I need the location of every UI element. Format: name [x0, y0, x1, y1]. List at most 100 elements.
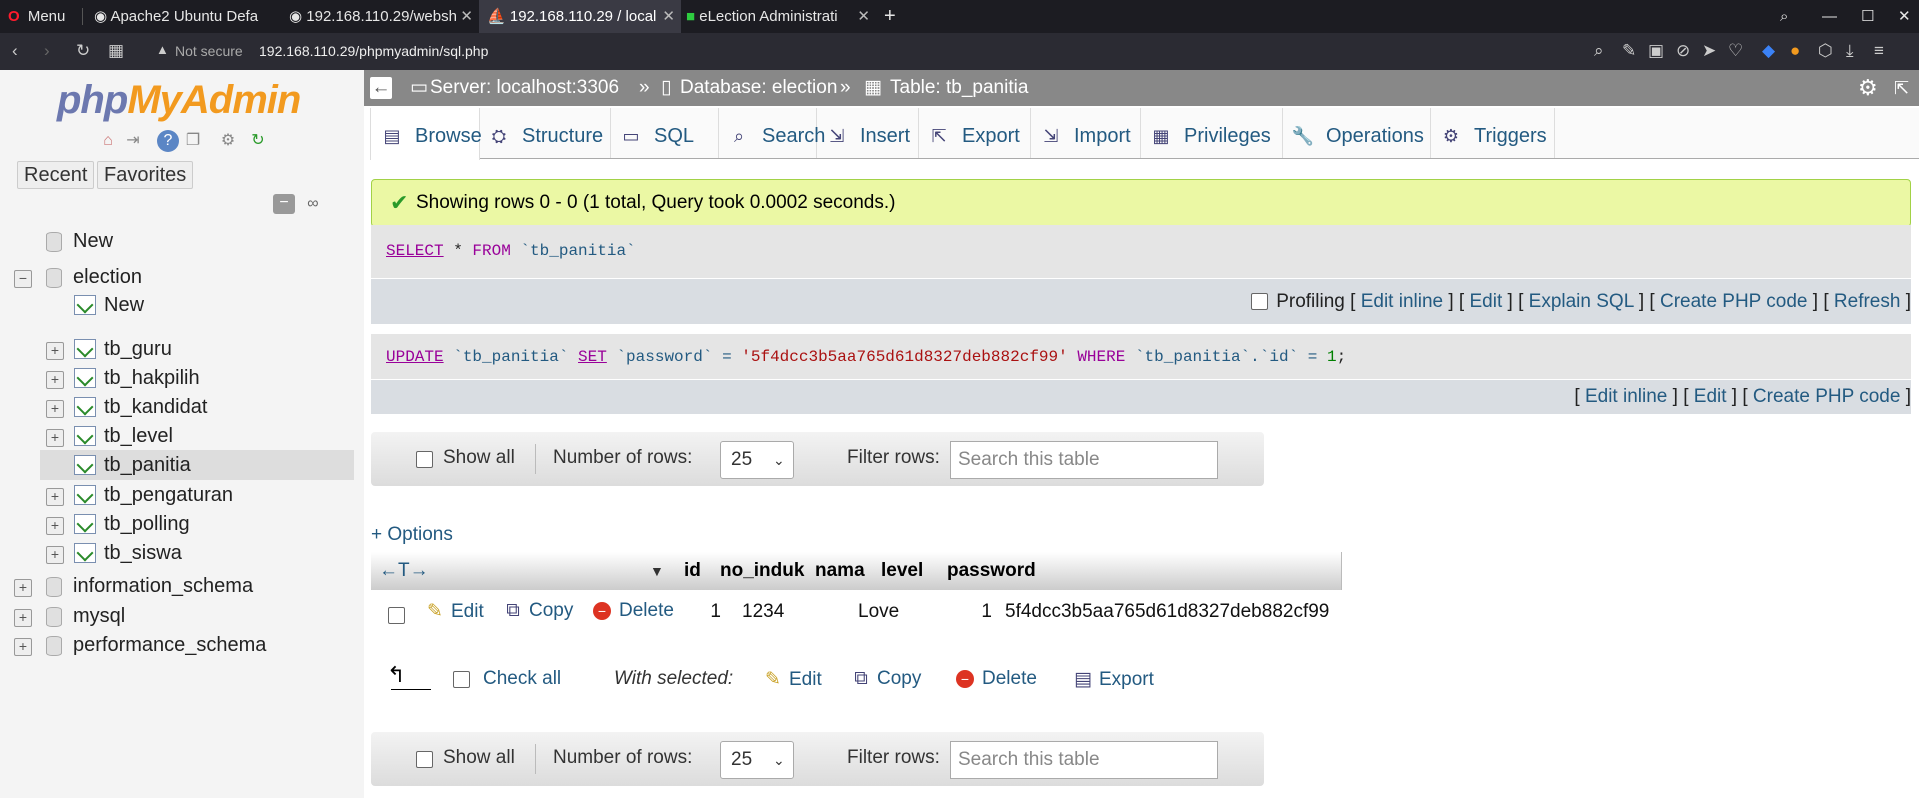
- close-window-icon[interactable]: ✕: [1890, 0, 1919, 33]
- tab-browse[interactable]: ▤ Browse: [370, 108, 482, 160]
- settings-icon[interactable]: ⚙: [217, 130, 239, 152]
- column-header-id[interactable]: id: [678, 552, 715, 590]
- refresh-link[interactable]: Refresh: [1834, 291, 1901, 312]
- tree-new-database[interactable]: New: [40, 226, 360, 256]
- edit-query-link[interactable]: Edit: [1694, 386, 1727, 407]
- column-header-level[interactable]: level: [875, 552, 942, 590]
- filter-rows-input[interactable]: Search this table: [950, 741, 1218, 779]
- tab-import[interactable]: ⇲ Import: [1030, 108, 1141, 158]
- download-icon[interactable]: ⤓: [1846, 41, 1854, 61]
- bulk-delete-button[interactable]: − Delete: [956, 668, 1037, 690]
- tree-db-election[interactable]: election: [40, 262, 360, 292]
- home-icon[interactable]: ⌂: [97, 130, 119, 152]
- collapse-nav-icon[interactable]: ←: [370, 77, 392, 99]
- new-tab-button[interactable]: +: [876, 0, 908, 33]
- filter-rows-input[interactable]: Search this table: [950, 441, 1218, 479]
- breadcrumb-table[interactable]: Table: tb_panitia: [890, 70, 1028, 106]
- row-copy-button[interactable]: ⧉ Copy: [503, 600, 573, 622]
- edit-inline-link[interactable]: Edit inline: [1585, 386, 1667, 407]
- edit-icon[interactable]: ✎: [1622, 41, 1636, 61]
- close-tab-icon[interactable]: ✕: [662, 0, 675, 33]
- tab-structure[interactable]: ⛭ Structure: [478, 108, 611, 158]
- column-header-nama[interactable]: nama: [809, 552, 876, 590]
- expand-database-icon[interactable]: +: [14, 579, 32, 597]
- check-all-link[interactable]: Check all: [483, 668, 561, 690]
- sidebar-item-tb-level[interactable]: tb_level: [40, 421, 354, 451]
- bulk-export-button[interactable]: ▤ Export: [1073, 668, 1154, 691]
- sort-down-icon[interactable]: ▼: [650, 552, 664, 590]
- edit-query-link[interactable]: Edit: [1470, 291, 1503, 312]
- sidebar-item-tb-guru[interactable]: tb_guru: [40, 334, 354, 364]
- column-arrows-icon[interactable]: ←T→: [379, 552, 429, 590]
- collapse-all-icon[interactable]: −: [273, 194, 295, 214]
- tab-operations[interactable]: 🔧 Operations: [1282, 108, 1431, 158]
- search-tabs-icon[interactable]: ⌕: [1772, 0, 1804, 33]
- breadcrumb-database[interactable]: Database: election: [680, 70, 837, 106]
- show-all-checkbox[interactable]: [416, 751, 433, 768]
- search-page-icon[interactable]: ⌕: [1594, 41, 1604, 61]
- number-of-rows-select[interactable]: 25 ⌄: [720, 441, 794, 479]
- reload-icon[interactable]: ↻: [76, 41, 90, 61]
- logout-icon[interactable]: ⇥: [122, 130, 144, 152]
- extension-icon[interactable]: ◆: [1762, 41, 1775, 61]
- recent-button[interactable]: Recent: [17, 161, 95, 189]
- explain-sql-link[interactable]: Explain SQL: [1529, 291, 1634, 312]
- collapse-election-icon[interactable]: −: [14, 270, 32, 288]
- back-icon[interactable]: ‹: [12, 41, 18, 61]
- sql-query-update[interactable]: UPDATE `tb_panitia` SET `password` = '5f…: [371, 334, 1911, 379]
- sql-query-select[interactable]: SELECT * FROM `tb_panitia`: [371, 225, 1911, 278]
- edit-inline-link[interactable]: Edit inline: [1361, 291, 1443, 312]
- tab-privileges[interactable]: ▦ Privileges: [1140, 108, 1283, 158]
- check-all-checkbox[interactable]: [453, 671, 470, 688]
- block-icon[interactable]: ⊘: [1676, 41, 1690, 61]
- show-all-checkbox[interactable]: [416, 451, 433, 468]
- expand-database-icon[interactable]: +: [14, 638, 32, 656]
- camera-icon[interactable]: ▣: [1648, 41, 1664, 61]
- tab-triggers[interactable]: ⚙ Triggers: [1430, 108, 1555, 158]
- row-edit-button[interactable]: ✎ Edit: [425, 600, 484, 623]
- grid-icon[interactable]: ▦: [108, 41, 124, 61]
- send-icon[interactable]: ➤: [1702, 41, 1716, 61]
- phpmyadmin-logo[interactable]: phpMyAdmin: [57, 78, 301, 123]
- sidebar-item-tb-hakpilih[interactable]: tb_hakpilih: [40, 363, 354, 393]
- row-checkbox[interactable]: [388, 607, 405, 624]
- tab-sql[interactable]: ▭ SQL: [610, 108, 719, 158]
- tree-db-information-schema[interactable]: information_schema: [40, 571, 360, 601]
- help-icon[interactable]: ?: [157, 130, 179, 152]
- tab-phpmyadmin[interactable]: ⛵ 192.168.110.29 / local ✕: [479, 0, 681, 33]
- tab-websh[interactable]: ◉ 192.168.110.29/websh ✕: [281, 0, 479, 33]
- column-header-no-induk[interactable]: no_induk: [714, 552, 810, 590]
- bulk-edit-button[interactable]: ✎ Edit: [763, 668, 822, 691]
- tree-db-mysql[interactable]: mysql: [40, 601, 360, 631]
- minimize-icon[interactable]: —: [1814, 0, 1846, 33]
- column-header-password[interactable]: password: [941, 552, 1342, 590]
- sidebar-item-tb-kandidat[interactable]: tb_kandidat: [40, 392, 354, 422]
- profiling-checkbox[interactable]: [1251, 293, 1269, 311]
- bulk-copy-button[interactable]: ⧉ Copy: [851, 668, 921, 690]
- url-field[interactable]: 192.168.110.29/phpmyadmin/sql.php: [259, 43, 488, 59]
- create-php-link[interactable]: Create PHP code: [1660, 291, 1808, 312]
- tab-search[interactable]: ⌕ Search: [718, 108, 825, 158]
- tree-election-new-table[interactable]: New: [70, 290, 360, 320]
- sidebar-item-tb-pengaturan[interactable]: tb_pengaturan: [40, 480, 354, 510]
- number-of-rows-select[interactable]: 25 ⌄: [720, 741, 794, 779]
- tab-apache[interactable]: ◉ Apache2 Ubuntu Defa: [86, 0, 284, 33]
- browser-menu-button[interactable]: O Menu: [0, 0, 88, 33]
- collapse-top-icon[interactable]: ⇱: [1894, 70, 1909, 106]
- row-delete-button[interactable]: − Delete: [593, 600, 674, 622]
- sidebar-item-tb-polling[interactable]: tb_polling: [40, 509, 354, 539]
- sidebar-item-tb-siswa[interactable]: tb_siswa: [40, 538, 354, 568]
- breadcrumb-server[interactable]: Server: localhost:3306: [430, 70, 619, 106]
- tree-db-performance-schema[interactable]: performance_schema: [40, 630, 360, 660]
- expand-database-icon[interactable]: +: [14, 609, 32, 627]
- docs-icon[interactable]: ❐: [182, 130, 204, 152]
- security-label[interactable]: Not secure: [175, 43, 243, 59]
- menu-lines-icon[interactable]: ≡: [1874, 41, 1884, 61]
- close-tab-icon[interactable]: ✕: [460, 0, 473, 33]
- favorites-button[interactable]: Favorites: [97, 161, 194, 189]
- cookie-icon[interactable]: ●: [1790, 41, 1800, 61]
- forward-icon[interactable]: ›: [44, 41, 50, 61]
- tab-election-admin[interactable]: ■ eLection Administrati ✕: [678, 0, 876, 33]
- tab-export[interactable]: ⇱ Export: [918, 108, 1031, 158]
- page-settings-icon[interactable]: ⚙: [1858, 70, 1878, 106]
